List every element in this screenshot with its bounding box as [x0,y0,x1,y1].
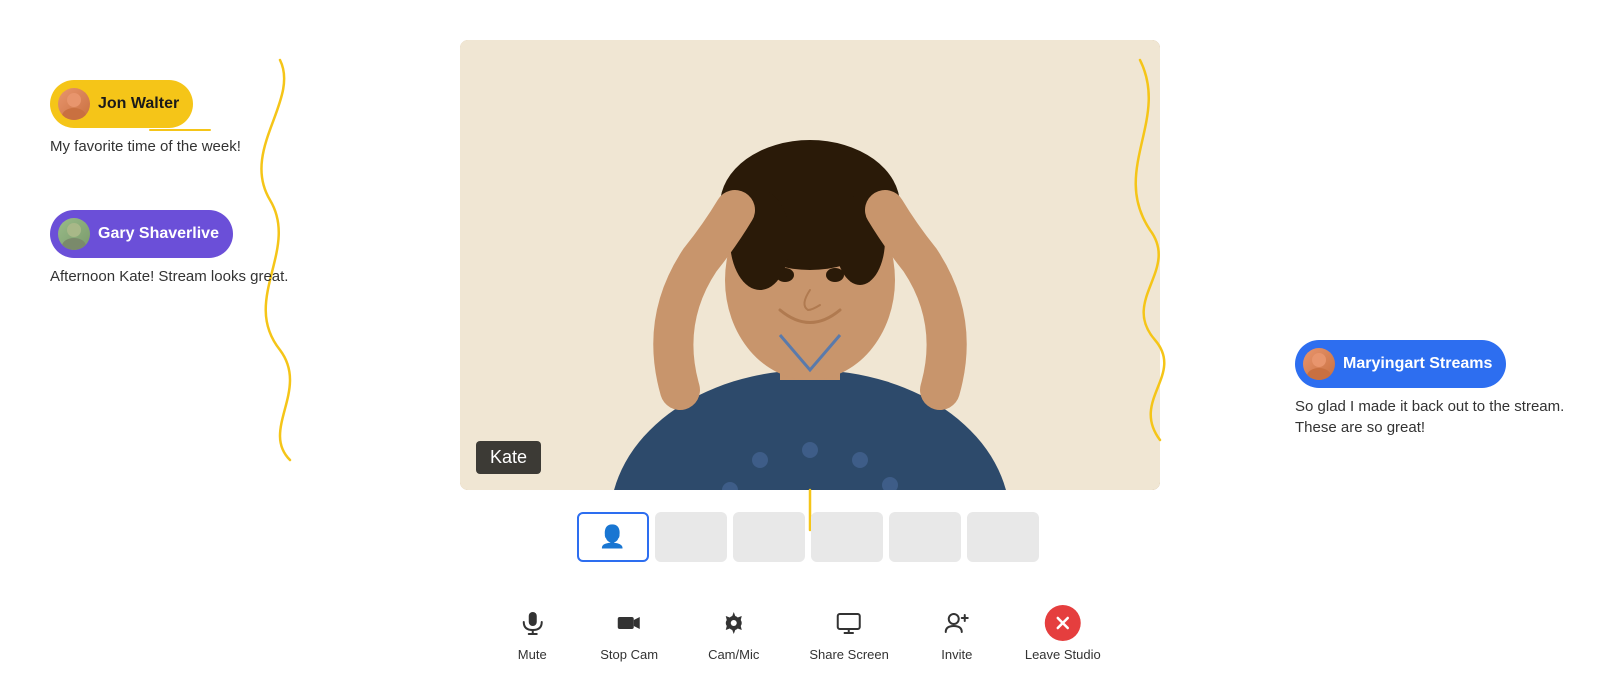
thumbnail-1[interactable] [655,512,727,562]
presenter-name-badge: Kate [476,441,541,474]
chat-badge-gary: Gary Shaverlive [50,210,233,258]
thumbnail-0[interactable]: 👤 [577,512,649,562]
chat-name-gary: Gary Shaverlive [98,225,219,243]
chat-name-mary: Maryingart Streams [1343,355,1492,373]
chat-message-mary: So glad I made it back out to the stream… [1295,396,1575,438]
avatar-jon [58,88,90,120]
stop-cam-button[interactable]: Stop Cam [600,605,658,662]
microphone-icon [514,605,550,641]
chat-message-jon: My favorite time of the week! [50,136,241,157]
avatar-gary [58,218,90,250]
controls-bar: Mute Stop Cam Cam/Mic [514,605,1101,662]
gear-icon [716,605,752,641]
mute-label: Mute [518,647,547,662]
chat-name-jon: Jon Walter [98,95,179,113]
stop-cam-label: Stop Cam [600,647,658,662]
x-circle-icon [1045,605,1081,641]
share-screen-button[interactable]: Share Screen [809,605,889,662]
thumbnail-4[interactable] [889,512,961,562]
chat-message-gary: Afternoon Kate! Stream looks great. [50,266,288,287]
cam-mic-button[interactable]: Cam/Mic [708,605,759,662]
thumbnail-strip: 👤 [577,512,1039,562]
chat-badge-jon: Jon Walter [50,80,193,128]
thumbnail-2[interactable] [733,512,805,562]
share-screen-label: Share Screen [809,647,889,662]
person-thumbnail-icon: 👤 [599,524,626,550]
cam-mic-label: Cam/Mic [708,647,759,662]
camera-icon [611,605,647,641]
invite-label: Invite [941,647,972,662]
leave-studio-icon-wrap [1045,605,1081,641]
thumbnail-5[interactable] [967,512,1039,562]
thumbnail-3[interactable] [811,512,883,562]
invite-button[interactable]: Invite [939,605,975,662]
video-person-background [460,40,1160,490]
person-add-icon [939,605,975,641]
leave-studio-label: Leave Studio [1025,647,1101,662]
chat-badge-mary: Maryingart Streams [1295,340,1506,388]
chat-bubble-jon: Jon Walter My favorite time of the week! [50,80,241,157]
video-feed: Kate [460,40,1160,490]
chat-bubble-gary: Gary Shaverlive Afternoon Kate! Stream l… [50,210,288,287]
leave-studio-button[interactable]: Leave Studio [1025,605,1101,662]
mute-button[interactable]: Mute [514,605,550,662]
chat-bubble-mary: Maryingart Streams So glad I made it bac… [1295,340,1575,438]
person-illustration [460,40,1160,490]
avatar-mary [1303,348,1335,380]
monitor-icon [831,605,867,641]
